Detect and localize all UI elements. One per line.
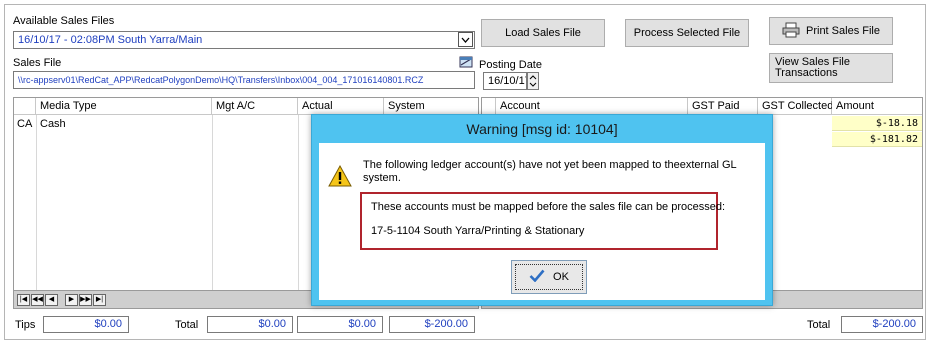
tips-total-field: $0.00 <box>43 316 129 333</box>
first-record-icon[interactable]: |◀ <box>17 294 30 306</box>
dialog-title: Warning [msg id: 10104] <box>466 121 618 137</box>
available-sales-files-label: Available Sales Files <box>13 15 115 27</box>
dialog-body: The following ledger account(s) have not… <box>319 143 765 300</box>
column-header-amount[interactable]: Amount <box>832 98 922 115</box>
ledger-total-label: Total <box>807 319 831 331</box>
grid-divider <box>298 115 299 290</box>
column-header-system[interactable]: System <box>384 98 478 115</box>
last-record-icon[interactable]: ▶| <box>93 294 106 306</box>
sales-file-path-field[interactable]: \\rc-appserv01\RedCat_APP\RedcatPolygonD… <box>13 71 475 89</box>
column-header-actual[interactable]: Actual <box>298 98 384 115</box>
unmapped-accounts-box: These accounts must be mapped before the… <box>360 192 725 250</box>
unmapped-account-item: 17-5-1104 South Yarra/Printing & Station… <box>371 225 585 237</box>
next-page-icon[interactable]: ▶▶ <box>79 294 92 306</box>
load-sales-file-button[interactable]: Load Sales File <box>481 19 605 47</box>
previous-page-icon[interactable]: ◀◀ <box>31 294 44 306</box>
sales-file-path: \\rc-appserv01\RedCat_APP\RedcatPolygonD… <box>18 75 424 85</box>
column-header-mgt-ac[interactable]: Mgt A/C <box>212 98 298 115</box>
grid-divider <box>36 115 37 290</box>
grid-row-header <box>14 98 36 115</box>
ok-button[interactable]: OK <box>511 260 587 294</box>
column-header-media-type[interactable]: Media Type <box>36 98 212 115</box>
ledger-total-field: $-200.00 <box>841 316 923 333</box>
amount-cell[interactable]: $-18.18 <box>832 116 922 131</box>
total-label: Total <box>175 319 199 331</box>
posting-date-label: Posting Date <box>479 59 542 71</box>
unmapped-accounts-heading: These accounts must be mapped before the… <box>371 201 726 213</box>
print-sales-file-button[interactable]: Print Sales File <box>769 17 893 45</box>
amount-cell[interactable]: $-181.82 <box>832 132 922 147</box>
sales-file-label: Sales File <box>13 57 62 69</box>
posting-date-value: 16/10/17 <box>488 75 527 87</box>
column-header-gst-collected[interactable]: GST Collected <box>758 98 833 115</box>
previous-record-icon[interactable]: ◀ <box>45 294 58 306</box>
posting-date-spinner[interactable] <box>527 72 539 90</box>
mgt-total-field: $0.00 <box>207 316 293 333</box>
actual-total-field: $0.00 <box>297 316 383 333</box>
tips-label: Tips <box>15 319 36 331</box>
column-header-account[interactable]: Account <box>496 98 688 115</box>
system-total-field: $-200.00 <box>389 316 475 333</box>
chevron-down-icon[interactable] <box>458 32 473 47</box>
next-record-icon[interactable]: ▶ <box>65 294 78 306</box>
posting-date-field[interactable]: 16/10/17 <box>483 72 527 90</box>
process-selected-file-button[interactable]: Process Selected File <box>625 19 749 47</box>
process-selected-file-label: Process Selected File <box>633 27 741 39</box>
print-sales-file-label: Print Sales File <box>806 25 880 37</box>
grid-divider <box>212 115 213 290</box>
row-media-type[interactable]: Cash <box>37 117 66 132</box>
load-sales-file-label: Load Sales File <box>505 27 581 39</box>
row-code[interactable]: CA <box>14 117 32 132</box>
column-header-gst-paid[interactable]: GST Paid <box>688 98 758 115</box>
warning-dialog: Warning [msg id: 10104] The following le… <box>311 114 773 306</box>
focus-rectangle <box>515 264 583 290</box>
warning-icon <box>328 164 352 187</box>
view-sales-file-transactions-label: View Sales File Transactions <box>775 56 850 79</box>
calendar-icon[interactable] <box>459 56 473 68</box>
grid-row-header <box>482 98 496 115</box>
view-sales-file-transactions-button[interactable]: View Sales File Transactions <box>769 53 893 83</box>
dialog-message: The following ledger account(s) have not… <box>363 159 737 184</box>
available-sales-files-value: 16/10/17 - 02:08PM South Yarra/Main <box>18 34 203 46</box>
available-sales-files-dropdown[interactable]: 16/10/17 - 02:08PM South Yarra/Main <box>13 31 475 49</box>
printer-icon <box>782 22 800 41</box>
